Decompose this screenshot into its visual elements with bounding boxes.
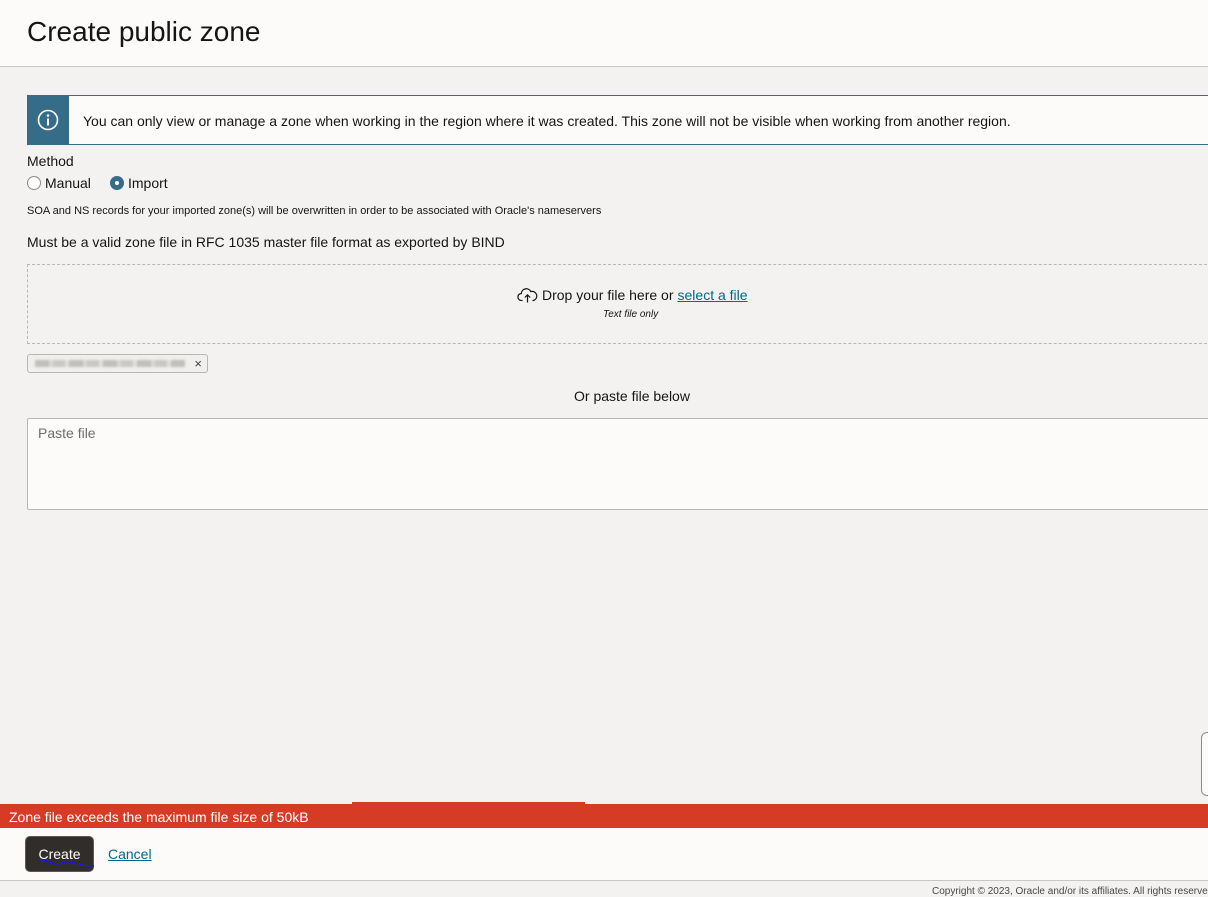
paste-file-textarea[interactable]: [27, 418, 1208, 510]
info-banner-text: You can only view or manage a zone when …: [83, 113, 1011, 129]
action-footer: Create Cancel: [0, 828, 1208, 880]
selected-file-chip: ×: [27, 354, 208, 373]
info-icon: [27, 95, 69, 145]
dropzone-hint: Text file only: [603, 309, 659, 320]
remove-file-close-icon[interactable]: ×: [194, 357, 202, 370]
annotation-scribble: [39, 859, 95, 867]
select-file-link[interactable]: select a file: [678, 287, 748, 303]
error-message: Zone file exceeds the maximum file size …: [9, 809, 309, 825]
page-header: Create public zone: [0, 0, 1208, 67]
paste-file-label: Or paste file below: [574, 388, 690, 404]
file-name-redacted: [35, 360, 185, 367]
radio-import-circle[interactable]: [110, 176, 124, 190]
method-label: Method: [27, 153, 74, 169]
radio-manual-circle[interactable]: [27, 176, 41, 190]
page-title: Create public zone: [27, 16, 261, 47]
cloud-upload-icon: [517, 288, 538, 303]
rfc-format-note: Must be a valid zone file in RFC 1035 ma…: [27, 234, 505, 250]
cancel-link[interactable]: Cancel: [108, 846, 152, 862]
side-panel-handle[interactable]: [1201, 732, 1208, 796]
radio-manual[interactable]: Manual: [27, 175, 91, 191]
error-banner: Zone file exceeds the maximum file size …: [0, 804, 1208, 828]
dropzone-prompt: Drop your file here or: [542, 287, 674, 303]
file-dropzone[interactable]: Drop your file here or select a file Tex…: [27, 264, 1208, 344]
radio-import[interactable]: Import: [110, 175, 168, 191]
radio-manual-label[interactable]: Manual: [45, 175, 91, 191]
soa-ns-note: SOA and NS records for your imported zon…: [27, 205, 602, 217]
radio-import-label[interactable]: Import: [128, 175, 168, 191]
info-banner: You can only view or manage a zone when …: [27, 95, 1208, 145]
dropzone-prompt-line: Drop your file here or select a file: [517, 287, 748, 303]
copyright-text: Copyright © 2023, Oracle and/or its affi…: [932, 886, 1208, 897]
